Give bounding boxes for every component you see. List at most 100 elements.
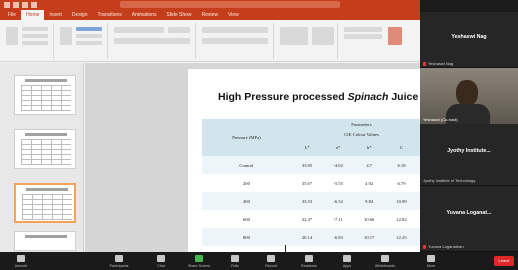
participant-video: Yeshaswi (Co-host) xyxy=(420,68,518,124)
font-size-select[interactable] xyxy=(168,27,190,33)
parameters-header: Parameters xyxy=(290,119,420,130)
table-cell: 200 xyxy=(202,174,291,192)
slide-editing-area: High Pressure processed Spinach Juice Pr… xyxy=(85,63,420,252)
whiteboards-button[interactable]: Whiteboards xyxy=(372,254,398,269)
leave-button[interactable]: Leave xyxy=(494,256,514,266)
paste-icon[interactable] xyxy=(6,27,18,45)
align-buttons[interactable] xyxy=(202,38,268,44)
table-cell: 10.66 xyxy=(353,210,386,228)
replace-icon[interactable] xyxy=(344,34,382,39)
chat-button[interactable]: Chat xyxy=(148,254,174,269)
quick-styles-icon[interactable] xyxy=(312,27,334,45)
record-icon xyxy=(267,255,275,262)
share-screen-button[interactable]: Share Screen xyxy=(186,254,212,269)
participant-name: Yeshaswi Nag xyxy=(451,34,487,40)
drawing-group xyxy=(276,23,338,59)
table-cell: 9.84 xyxy=(353,192,386,210)
slide-thumbnail[interactable] xyxy=(14,231,76,251)
table-cell: 600 xyxy=(202,210,291,228)
tab-review[interactable]: Review xyxy=(197,10,223,20)
designer-icon[interactable] xyxy=(388,27,402,45)
reset-icon[interactable] xyxy=(76,34,102,38)
table-cell: 20.14 xyxy=(290,228,324,246)
redo-icon[interactable] xyxy=(22,2,28,8)
table-cell: 10.99 xyxy=(385,192,418,210)
pressure-header: Pressure (MPa) xyxy=(202,119,291,156)
table-cell: 12.82 xyxy=(385,210,418,228)
slide-thumbnails-pane xyxy=(0,63,84,252)
slide-canvas[interactable]: High Pressure processed Spinach Juice Pr… xyxy=(188,69,420,252)
tab-home[interactable]: Home xyxy=(21,10,45,20)
slideshow-icon[interactable] xyxy=(31,2,37,8)
table-cell: -5.55 xyxy=(323,174,354,192)
tab-insert[interactable]: Insert xyxy=(44,10,67,20)
slide-title[interactable]: High Pressure processed Spinach Juice xyxy=(218,91,418,103)
participant-label: Jyothy Institute of Technology xyxy=(423,178,476,183)
tab-view[interactable]: View xyxy=(223,10,244,20)
slide-thumbnail-selected[interactable] xyxy=(14,183,76,223)
table-cell: 10.17 xyxy=(353,228,386,246)
table-row: 600 32.4* -7.11 10.66 12.82 12 xyxy=(202,210,420,228)
more-button[interactable]: More xyxy=(418,254,444,269)
list-buttons[interactable] xyxy=(202,27,268,33)
font-group xyxy=(110,23,196,59)
zoom-participants-panel: Yeshaswi Nag Yeshaswi Nag Yeshaswi (Co-h… xyxy=(420,12,518,252)
table-row: 800 20.14 -6.83 10.17 12.25 12 xyxy=(202,228,420,246)
slide-thumbnail[interactable] xyxy=(14,129,76,169)
column-header: b* xyxy=(353,138,386,156)
tab-slide-show[interactable]: Slide Show xyxy=(162,10,197,20)
participants-button[interactable]: Participants xyxy=(106,254,132,269)
clipboard-group xyxy=(2,23,54,59)
table-row: Control 33.85 -4.02 4.7 6.18 13 xyxy=(202,156,420,174)
participant-tile-video[interactable]: Yeshaswi (Co-host) xyxy=(420,68,518,124)
zoom-toolbar: Unmute Participants Chat Share Screen Po… xyxy=(0,252,518,270)
reactions-button[interactable]: Reactions xyxy=(296,254,322,269)
tab-transitions[interactable]: Transitions xyxy=(93,10,127,20)
copy-icon[interactable] xyxy=(22,34,48,38)
table-cell: 800 xyxy=(202,228,291,246)
apps-button[interactable]: Apps xyxy=(334,254,360,269)
slide-thumbnail[interactable] xyxy=(14,75,76,115)
table-cell: 4.7 xyxy=(353,156,386,174)
tab-design[interactable]: Design xyxy=(67,10,93,20)
font-style-buttons[interactable] xyxy=(114,38,190,44)
participant-label: Yeshaswi (Co-host) xyxy=(423,117,458,122)
shapes-gallery[interactable] xyxy=(280,27,308,45)
polls-icon xyxy=(231,255,239,262)
save-icon[interactable] xyxy=(4,2,10,8)
section-icon[interactable] xyxy=(76,41,102,45)
more-icon xyxy=(427,255,435,262)
table-cell: Control xyxy=(202,156,291,174)
quick-access-toolbar xyxy=(4,1,37,9)
unmute-button[interactable]: Unmute xyxy=(8,254,34,269)
participant-label: Yeshaswi Nag xyxy=(423,61,453,66)
participant-tile[interactable]: Jyothy Institute... Jyothy Institute of … xyxy=(420,124,518,186)
muted-mic-icon xyxy=(423,244,426,249)
layout-icon[interactable] xyxy=(76,27,102,31)
table-cell: 400 xyxy=(202,192,291,210)
participant-tile[interactable]: Yeshaswi Nag Yeshaswi Nag xyxy=(420,12,518,68)
participants-icon xyxy=(115,255,123,262)
record-button[interactable]: Record xyxy=(258,254,284,269)
table-cell: -6.83 xyxy=(323,228,354,246)
polls-button[interactable]: Polls xyxy=(222,254,248,269)
undo-icon[interactable] xyxy=(13,2,19,8)
cie-colour-table[interactable]: Pressure (MPa) Parameters CIE Colour Val… xyxy=(202,119,420,246)
apps-icon xyxy=(343,255,351,262)
tab-file[interactable]: File xyxy=(3,10,21,20)
paragraph-group xyxy=(198,23,274,59)
cie-header: CIE Colour Values xyxy=(290,130,420,138)
participant-tile[interactable]: Yuvana Loganat... Yuvana Loganathan xyxy=(420,186,518,252)
table-row: 200 35.6* -5.55 4.92 6.79 13 xyxy=(202,174,420,192)
table-cell: -6.32 xyxy=(323,192,354,210)
new-slide-icon[interactable] xyxy=(60,27,72,45)
font-name-select[interactable] xyxy=(114,27,164,33)
tab-animations[interactable]: Animations xyxy=(127,10,162,20)
format-painter-icon[interactable] xyxy=(22,41,48,45)
participant-label: Yuvana Loganathan xyxy=(423,244,464,249)
table-cell: 6.18 xyxy=(385,156,418,174)
find-icon[interactable] xyxy=(344,27,382,32)
table-cell: 35.6* xyxy=(290,174,324,192)
powerpoint-window: File Home Insert Design Transitions Anim… xyxy=(0,0,420,252)
cut-icon[interactable] xyxy=(22,27,48,31)
